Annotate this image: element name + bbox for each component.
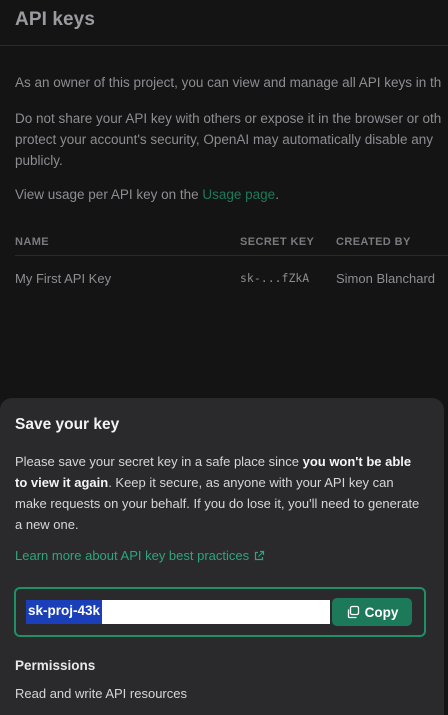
table-header: NAME SECRET KEY CREATED BY — [15, 232, 448, 256]
column-header-created-by: CREATED BY — [336, 236, 411, 248]
learn-more-label: Learn more about API key best practices — [15, 548, 250, 563]
copy-icon — [347, 605, 359, 619]
external-link-icon — [255, 550, 265, 560]
api-keys-table: NAME SECRET KEY CREATED BY My First API … — [15, 232, 448, 302]
usage-suffix: . — [275, 187, 279, 202]
created-by-cell: Simon Blanchard — [336, 271, 435, 286]
usage-prefix: View usage per API key on the — [15, 187, 203, 202]
owner-text: As an owner of this project, you can vie… — [15, 75, 442, 90]
copy-label: Copy — [364, 604, 399, 620]
secret-key-value: sk-proj-43k — [26, 600, 103, 624]
table-row[interactable]: My First API Key sk-...fZkA Simon Blanch… — [15, 256, 448, 302]
save-key-modal: Save your key Please save your secret ke… — [0, 398, 444, 715]
learn-more-link[interactable]: Learn more about API key best practices — [15, 548, 265, 563]
column-header-secret-key: SECRET KEY — [240, 236, 315, 248]
modal-text-part1: Please save your secret key in a safe pl… — [15, 454, 303, 469]
share-warning: Do not share your API key with others or… — [15, 108, 441, 171]
share-warning-line: protect your account's security, OpenAI … — [15, 132, 434, 147]
top-bar: API keys — [0, 0, 448, 46]
page-title: API keys — [15, 9, 96, 30]
share-warning-line: Do not share your API key with others or… — [15, 111, 442, 126]
copy-button[interactable]: Copy — [332, 598, 412, 626]
permissions-value: Read and write API resources — [15, 686, 187, 701]
share-warning-line: publicly. — [15, 153, 63, 168]
secret-key-field-container: sk-proj-43k Copy — [14, 587, 426, 637]
modal-description: Please save your secret key in a safe pl… — [15, 451, 420, 535]
secret-key-cell: sk-...fZkA — [240, 271, 310, 285]
usage-page-link[interactable]: Usage page — [202, 187, 275, 202]
column-header-name: NAME — [15, 236, 49, 248]
usage-text: View usage per API key on the Usage page… — [15, 184, 279, 205]
permissions-title: Permissions — [15, 658, 96, 673]
key-name-cell: My First API Key — [15, 271, 112, 286]
modal-title: Save your key — [15, 416, 120, 433]
secret-key-field[interactable]: sk-proj-43k — [26, 600, 330, 624]
